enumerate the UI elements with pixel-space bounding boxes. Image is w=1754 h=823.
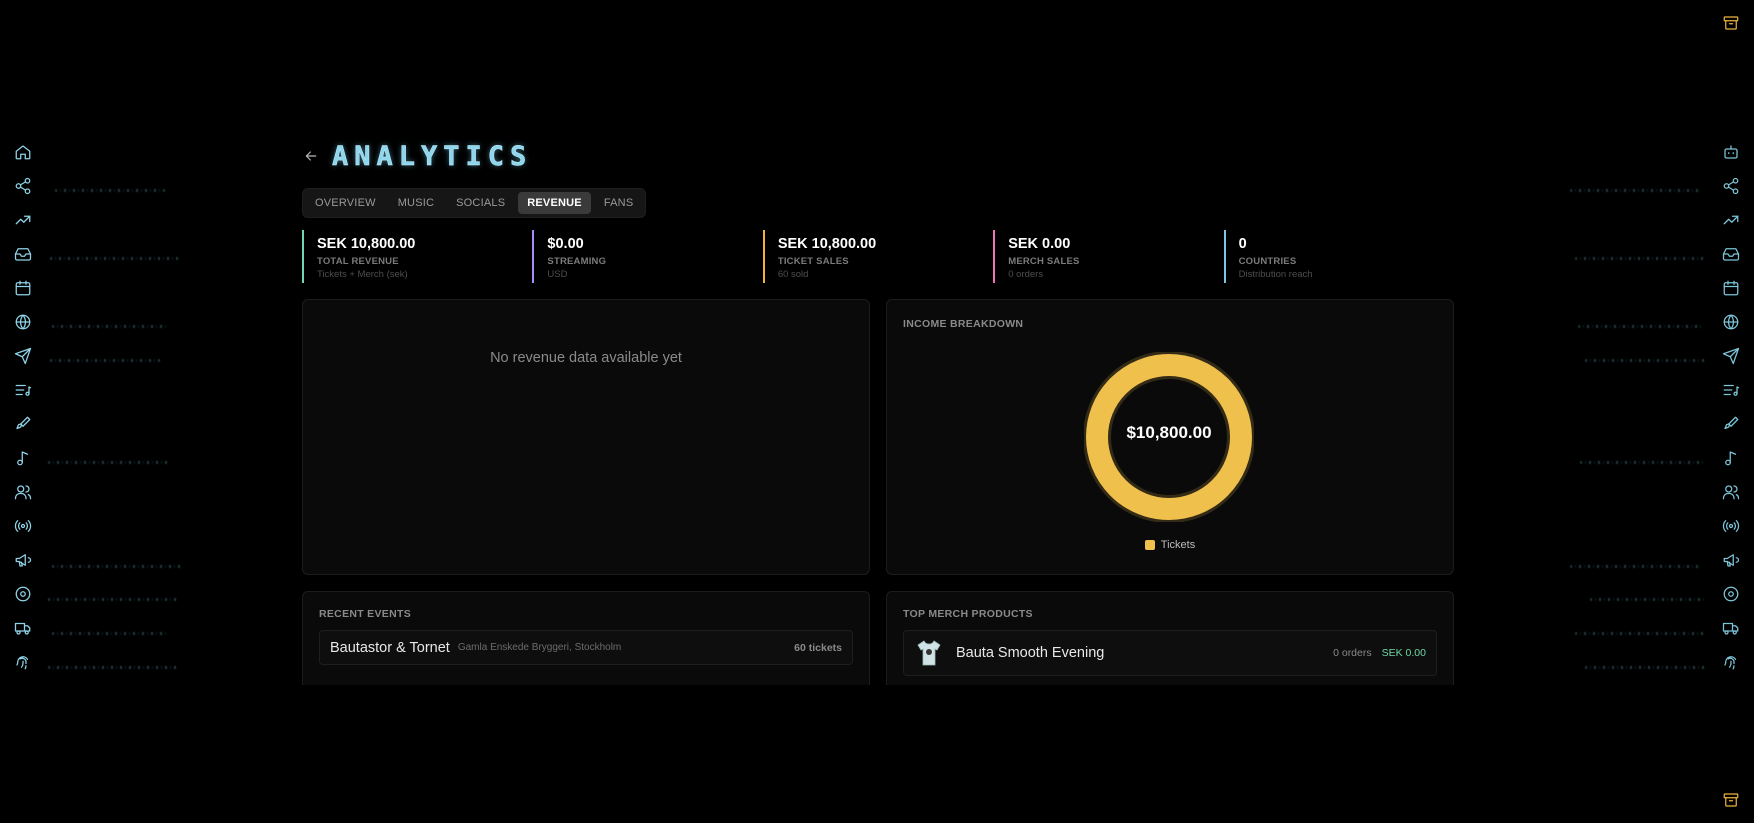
top-merch-card: TOP MERCH PRODUCTS Bauta Smooth Evening … — [886, 591, 1454, 685]
stat-value: 0 — [1238, 236, 1247, 252]
revenue-chart-card: No revenue data available yet — [302, 299, 870, 575]
merch-row[interactable]: Bauta Smooth Evening 0 orders SEK 0.00 — [903, 630, 1437, 676]
home-icon[interactable] — [11, 140, 35, 164]
globe-icon[interactable] — [11, 310, 35, 334]
megaphone-icon[interactable] — [1719, 548, 1743, 572]
stat-label: STREAMING — [547, 256, 607, 267]
stat-merch-sales: SEK 0.00 MERCH SALES 0 orders — [993, 230, 1223, 283]
card-title: INCOME BREAKDOWN — [903, 318, 1024, 330]
event-venue: Gamla Enskede Bryggeri, Stockholm — [457, 642, 622, 653]
calendar-icon[interactable] — [1719, 276, 1743, 300]
card-title: RECENT EVENTS — [319, 608, 411, 620]
brush-icon[interactable] — [11, 412, 35, 436]
brush-icon[interactable] — [1719, 412, 1743, 436]
analytics-main: ANALYTICS OVERVIEW MUSIC SOCIALS REVENUE… — [302, 140, 1454, 685]
event-tickets: 60 tickets — [794, 641, 842, 654]
truck-icon[interactable] — [11, 616, 35, 640]
stat-value: SEK 0.00 — [1008, 236, 1071, 252]
tab-music[interactable]: MUSIC — [389, 192, 443, 214]
stat-subtext: Distribution reach — [1238, 269, 1313, 280]
fingerprint-icon[interactable] — [11, 650, 35, 674]
share-icon[interactable] — [11, 174, 35, 198]
send-icon[interactable] — [11, 344, 35, 368]
truck-icon[interactable] — [1719, 616, 1743, 640]
tab-revenue[interactable]: REVENUE — [518, 192, 591, 214]
title-row: ANALYTICS — [302, 140, 1454, 172]
stats-row: SEK 10,800.00 TOTAL REVENUE Tickets + Me… — [302, 230, 1454, 283]
donut-chart: $10,800.00 — [1083, 351, 1255, 523]
chart-legend: Tickets — [887, 539, 1453, 551]
income-breakdown-card: INCOME BREAKDOWN $10,800.00 Tickets — [886, 299, 1454, 575]
stat-value: SEK 10,800.00 — [317, 236, 416, 252]
stat-total-revenue: SEK 10,800.00 TOTAL REVENUE Tickets + Me… — [302, 230, 532, 283]
stat-label: MERCH SALES — [1008, 256, 1080, 267]
tshirt-icon — [914, 637, 944, 669]
globe-icon[interactable] — [1719, 310, 1743, 334]
playlist-icon[interactable] — [11, 378, 35, 402]
merch-sales: SEK 0.00 — [1381, 647, 1426, 659]
donut-center-total: $10,800.00 — [1126, 423, 1212, 442]
trending-icon[interactable] — [11, 208, 35, 232]
event-row[interactable]: Bautastor & Tornet Gamla Enskede Brygger… — [319, 630, 853, 665]
legend-swatch — [1144, 540, 1155, 550]
stat-ticket-sales: SEK 10,800.00 TICKET SALES 60 sold — [762, 230, 993, 283]
bot-icon[interactable] — [1719, 140, 1743, 164]
stat-countries: 0 COUNTRIES Distribution reach — [1223, 230, 1454, 283]
music-note-icon[interactable] — [11, 446, 35, 470]
disc-icon[interactable] — [11, 582, 35, 606]
stat-subtext: USD — [547, 269, 568, 280]
merch-name: Bauta Smooth Evening — [956, 645, 1105, 661]
archive-icon[interactable] — [1720, 12, 1742, 34]
playlist-icon[interactable] — [1719, 378, 1743, 402]
event-name: Bautastor & Tornet — [330, 639, 450, 656]
fingerprint-icon[interactable] — [1719, 650, 1743, 674]
tab-fans[interactable]: FANS — [595, 192, 643, 214]
broadcast-icon[interactable] — [1719, 514, 1743, 538]
stat-label: COUNTRIES — [1238, 256, 1297, 267]
left-nav-rail — [0, 140, 46, 684]
right-nav-rail — [1708, 140, 1754, 684]
page-title: ANALYTICS — [332, 140, 533, 172]
broadcast-icon[interactable] — [11, 514, 35, 538]
disc-icon[interactable] — [1719, 582, 1743, 606]
legend-label[interactable]: Tickets — [1161, 539, 1195, 551]
recent-events-card: RECENT EVENTS Bautastor & Tornet Gamla E… — [302, 591, 870, 685]
empty-state-message: No revenue data available yet — [490, 350, 682, 366]
stat-subtext: Tickets + Merch (sek) — [317, 269, 408, 280]
send-icon[interactable] — [1719, 344, 1743, 368]
megaphone-icon[interactable] — [11, 548, 35, 572]
calendar-icon[interactable] — [11, 276, 35, 300]
tab-socials[interactable]: SOCIALS — [447, 192, 514, 214]
stat-subtext: 0 orders — [1008, 269, 1044, 280]
users-icon[interactable] — [1719, 480, 1743, 504]
stat-streaming: $0.00 STREAMING USD — [532, 230, 762, 283]
tab-overview[interactable]: OVERVIEW — [306, 192, 385, 214]
stat-subtext: 60 sold — [777, 269, 809, 280]
inbox-icon[interactable] — [11, 242, 35, 266]
music-note-icon[interactable] — [1719, 446, 1743, 470]
stat-value: SEK 10,800.00 — [777, 236, 877, 252]
stat-value: $0.00 — [547, 236, 584, 252]
analytics-tabs: OVERVIEW MUSIC SOCIALS REVENUE FANS — [302, 188, 647, 218]
archive-icon[interactable] — [1720, 789, 1742, 811]
back-arrow-icon[interactable] — [302, 147, 320, 165]
trending-icon[interactable] — [1719, 208, 1743, 232]
share-icon[interactable] — [1719, 174, 1743, 198]
merch-orders: 0 orders — [1333, 647, 1372, 659]
inbox-icon[interactable] — [1719, 242, 1743, 266]
users-icon[interactable] — [11, 480, 35, 504]
card-title: TOP MERCH PRODUCTS — [903, 608, 1033, 620]
stat-label: TICKET SALES — [777, 256, 849, 267]
stat-label: TOTAL REVENUE — [317, 256, 399, 267]
